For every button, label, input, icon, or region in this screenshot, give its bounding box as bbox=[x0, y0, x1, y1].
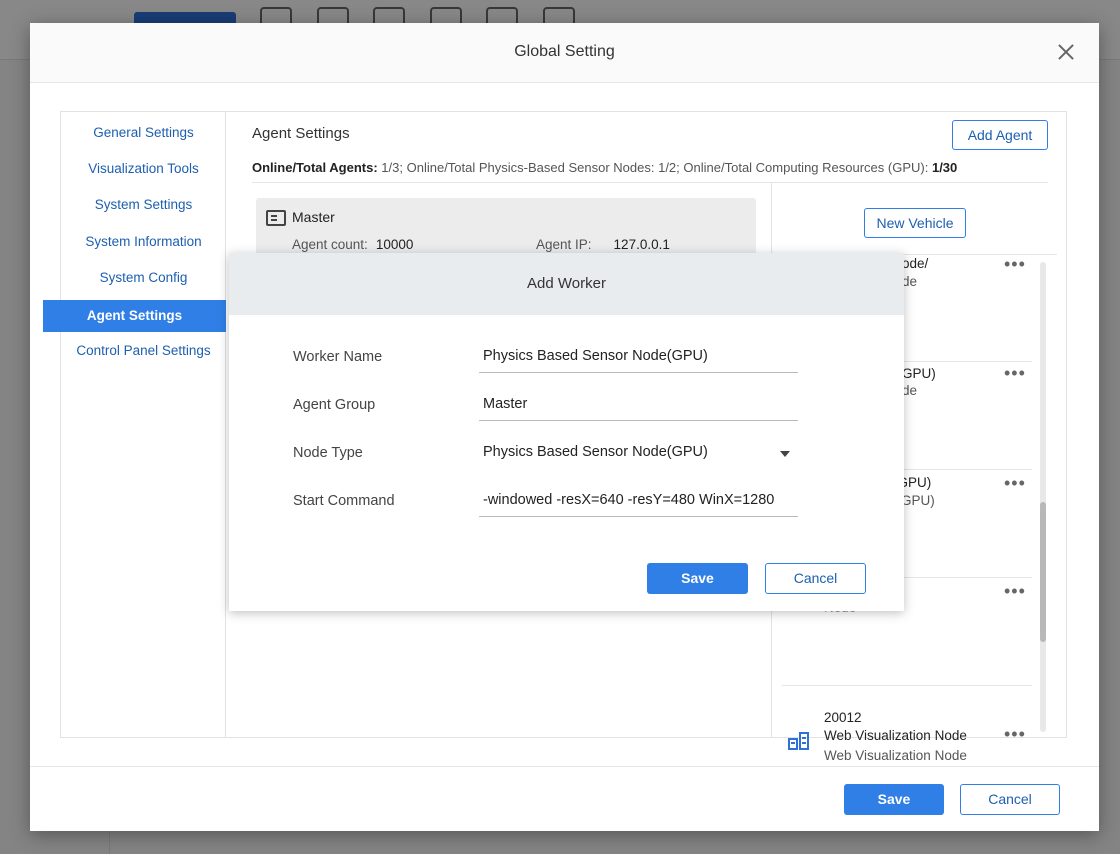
add-worker-save-button[interactable]: Save bbox=[647, 563, 748, 594]
sensor-value: 1/2; bbox=[658, 160, 680, 175]
gpu-label: Online/Total Computing Resources (GPU): bbox=[683, 160, 929, 175]
more-icon[interactable]: ••• bbox=[1004, 473, 1026, 494]
worker-name-label: Worker Name bbox=[293, 349, 383, 365]
agent-ip-label: Agent IP: bbox=[536, 237, 592, 252]
node-id: 20012 bbox=[824, 710, 862, 725]
sensor-label: Online/Total Physics-Based Sensor Nodes: bbox=[406, 160, 655, 175]
agent-group-label: Agent Group bbox=[293, 397, 376, 413]
scrollbar-track[interactable] bbox=[1040, 262, 1046, 732]
agents-label: Online/Total Agents: bbox=[252, 160, 378, 175]
agent-stats: Online/Total Agents: 1/3; Online/Total P… bbox=[252, 160, 957, 175]
add-worker-title: Add Worker bbox=[527, 275, 606, 292]
close-icon[interactable] bbox=[1055, 41, 1077, 63]
agent-count-value: 10000 bbox=[375, 237, 414, 252]
node-type-select[interactable]: Physics Based Sensor Node(GPU) bbox=[479, 439, 798, 469]
master-title: Master bbox=[292, 209, 335, 225]
nav-item-general-settings[interactable]: General Settings bbox=[61, 117, 226, 149]
nav-item-system-information[interactable]: System Information bbox=[61, 226, 226, 258]
worker-name-field[interactable]: Physics Based Sensor Node(GPU) bbox=[479, 343, 798, 373]
dialog-header: Global Setting bbox=[30, 23, 1099, 83]
new-vehicle-button[interactable]: New Vehicle bbox=[864, 208, 966, 238]
node-name-partial: ode/ bbox=[902, 256, 929, 271]
node-type-label: Node Type bbox=[293, 445, 363, 461]
node-type-partial: de bbox=[902, 274, 918, 289]
nav-item-visualization-tools[interactable]: Visualization Tools bbox=[61, 153, 226, 185]
section-title: Agent Settings bbox=[252, 125, 350, 142]
settings-nav: General Settings Visualization Tools Sys… bbox=[43, 112, 226, 737]
nav-item-system-settings[interactable]: System Settings bbox=[61, 189, 226, 221]
server-icon bbox=[266, 210, 286, 226]
add-worker-cancel-button[interactable]: Cancel bbox=[765, 563, 866, 594]
add-worker-modal: Add Worker Worker Name Physics Based Sen… bbox=[229, 253, 904, 611]
gpu-value: 1/30 bbox=[931, 160, 958, 175]
nav-item-agent-settings[interactable]: Agent Settings bbox=[43, 300, 226, 332]
cancel-button[interactable]: Cancel bbox=[960, 784, 1060, 815]
node-list-item[interactable]: 20012 Web Visualization Node ••• bbox=[782, 686, 1032, 750]
nav-item-control-panel-settings[interactable]: Control Panel Settings bbox=[61, 335, 226, 367]
add-agent-button[interactable]: Add Agent bbox=[952, 120, 1048, 150]
node-type-selected: Physics Based Sensor Node(GPU) bbox=[483, 444, 708, 460]
dialog-title: Global Setting bbox=[514, 43, 615, 60]
more-icon[interactable]: ••• bbox=[1004, 254, 1026, 275]
chevron-down-icon bbox=[780, 451, 790, 457]
add-worker-header: Add Worker bbox=[229, 253, 904, 315]
more-icon[interactable]: ••• bbox=[1004, 724, 1026, 745]
agent-group-field[interactable]: Master bbox=[479, 391, 798, 421]
node-name-partial: GPU) bbox=[902, 366, 936, 381]
agent-count-label: Agent count: bbox=[292, 237, 368, 252]
node-type: Web Visualization Node bbox=[824, 748, 967, 763]
agent-ip-value: 127.0.0.1 bbox=[613, 237, 670, 252]
agents-value: 1/3; bbox=[381, 160, 403, 175]
agent-ip: Agent IP: 127.0.0.1 bbox=[536, 237, 670, 252]
agent-count: Agent count: 10000 bbox=[292, 237, 413, 252]
start-command-label: Start Command bbox=[293, 493, 395, 509]
nav-item-system-config[interactable]: System Config bbox=[61, 262, 226, 294]
start-command-field[interactable]: -windowed -resX=640 -resY=480 WinX=1280 bbox=[479, 487, 798, 517]
node-name: Web Visualization Node bbox=[824, 728, 967, 743]
more-icon[interactable]: ••• bbox=[1004, 581, 1026, 602]
scrollbar-thumb[interactable] bbox=[1040, 502, 1046, 642]
web-visualization-icon bbox=[788, 732, 809, 750]
divider bbox=[30, 766, 1099, 767]
more-icon[interactable]: ••• bbox=[1004, 363, 1026, 384]
node-type-partial: de bbox=[902, 383, 918, 398]
save-button[interactable]: Save bbox=[844, 784, 944, 815]
